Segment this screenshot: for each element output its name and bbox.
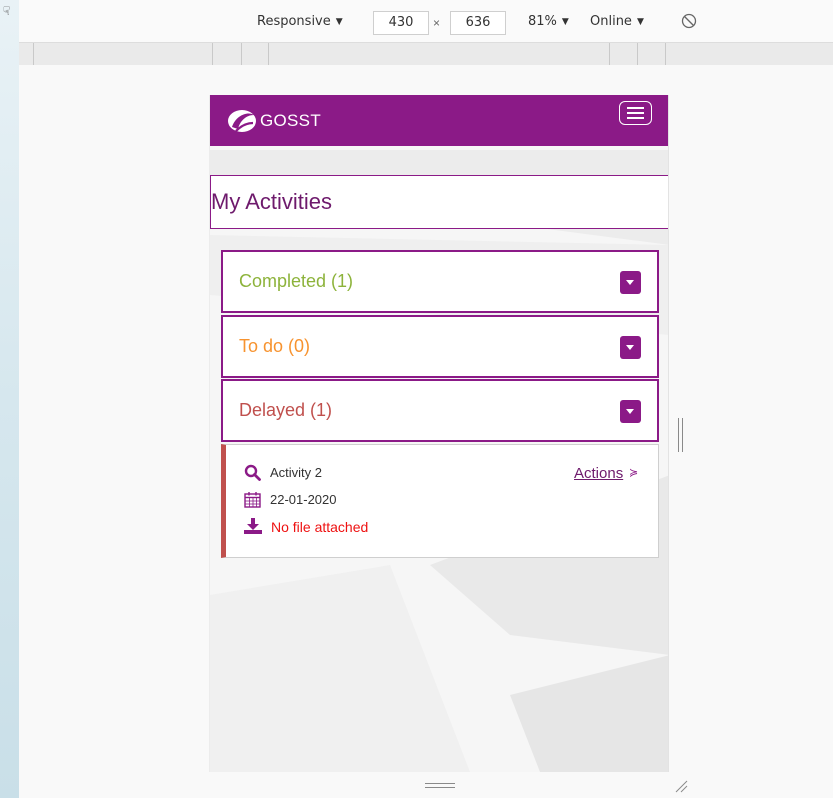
resize-corner-icon[interactable] <box>673 778 689 794</box>
menu-icon-bar <box>627 107 644 109</box>
zoom-dropdown[interactable]: 81% ▼ <box>528 14 569 29</box>
ruler-marker <box>609 43 610 65</box>
ruler-marker <box>33 43 34 65</box>
left-edge-strip: ☟ <box>0 0 19 798</box>
gosst-logo-icon <box>228 110 256 132</box>
search-icon[interactable] <box>244 464 261 481</box>
app-header: GOSST <box>210 95 668 146</box>
chevron-down-icon: ▼ <box>636 17 644 27</box>
chevron-down-icon: ▼ <box>335 17 343 27</box>
ruler-marker <box>268 43 269 65</box>
rotate-icon[interactable] <box>681 13 697 29</box>
device-mode-dropdown[interactable]: Responsive ▼ <box>257 14 343 29</box>
ruler-marker <box>637 43 638 65</box>
grip-line <box>678 418 679 452</box>
menu-icon-bar <box>627 112 644 114</box>
brand-name: GOSST <box>260 111 322 130</box>
calendar-icon <box>244 492 261 508</box>
device-mode-label: Responsive <box>257 14 331 29</box>
caret-down-icon[interactable] <box>620 271 641 294</box>
caret-down-icon[interactable] <box>620 400 641 423</box>
height-input[interactable]: 636 <box>450 11 506 35</box>
accordion-delayed[interactable]: Delayed (1) <box>221 379 659 442</box>
ruler-marker <box>241 43 242 65</box>
devtools-device-toolbar: Responsive ▼ 430 × 636 81% ▼ Online ▼ <box>19 0 833 46</box>
accordion-completed[interactable]: Completed (1) <box>221 250 659 313</box>
resize-handle-side[interactable] <box>677 418 685 452</box>
grip-line <box>682 418 683 452</box>
ruler-marker <box>665 43 666 65</box>
accordion-todo[interactable]: To do (0) <box>221 315 659 378</box>
page-title-box: My Activities <box>210 175 668 229</box>
activity-name-row[interactable]: Activity 2 <box>244 464 322 481</box>
throttling-label: Online <box>590 14 632 29</box>
ruler-marker <box>212 43 213 65</box>
media-query-ruler <box>19 43 833 65</box>
activity-file-row[interactable]: No file attached <box>244 518 368 535</box>
file-status: No file attached <box>271 518 369 535</box>
dimension-separator: × <box>433 16 441 30</box>
page-title: My Activities <box>211 189 333 214</box>
activity-date: 22-01-2020 <box>270 492 337 507</box>
activity-date-row: 22-01-2020 <box>244 491 337 508</box>
caret-down-icon[interactable] <box>620 336 641 359</box>
activity-card: Activity 2 22-01-2020 No file attached A… <box>221 444 659 558</box>
inspect-cursor-icon: ☟ <box>3 4 11 18</box>
double-chevron-down-icon[interactable]: ≽ <box>629 466 638 479</box>
accordion-delayed-label: Delayed (1) <box>239 400 333 420</box>
gosst-logo[interactable]: GOSST <box>226 107 321 135</box>
width-input[interactable]: 430 <box>373 11 429 35</box>
activity-name: Activity 2 <box>270 465 323 480</box>
actions-link[interactable]: Actions <box>574 465 623 482</box>
chevron-down-icon: ▼ <box>561 17 569 27</box>
hamburger-menu-button[interactable] <box>619 101 652 125</box>
device-viewport: GOSST My Activities Completed (1) To do … <box>209 95 669 772</box>
menu-icon-bar <box>627 117 644 119</box>
accordion-completed-label: Completed (1) <box>239 271 354 291</box>
download-icon[interactable] <box>244 518 262 535</box>
grip-line <box>425 783 455 784</box>
accordion-todo-label: To do (0) <box>239 336 311 356</box>
zoom-label: 81% <box>528 14 557 29</box>
resize-handle-bottom[interactable] <box>425 783 455 789</box>
grip-line <box>425 787 455 788</box>
throttling-dropdown[interactable]: Online ▼ <box>590 14 644 29</box>
